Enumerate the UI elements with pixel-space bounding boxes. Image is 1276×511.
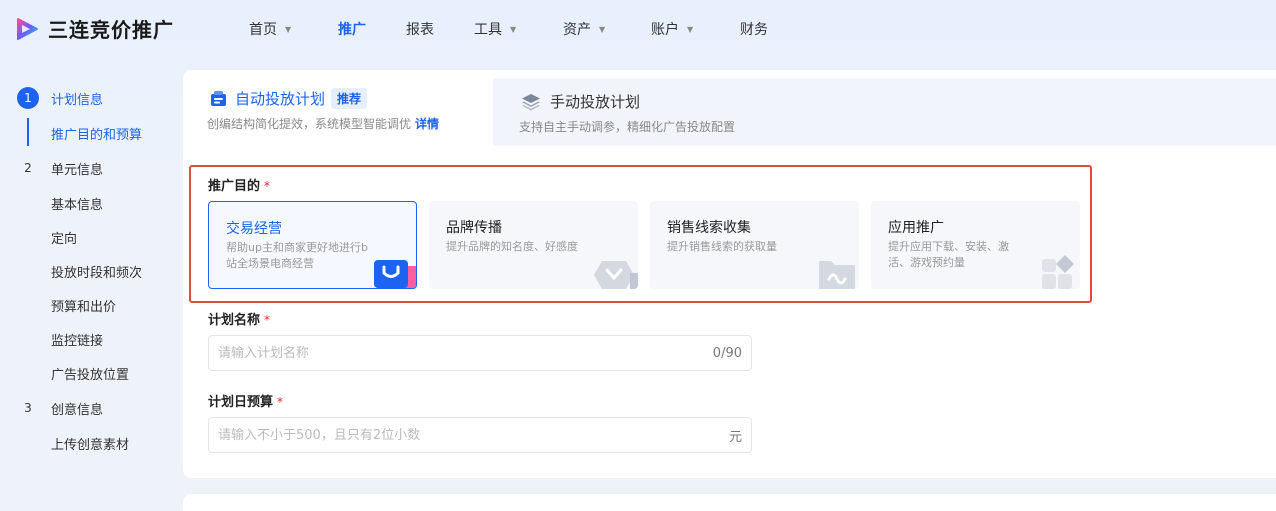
nav-reports-label: 报表 — [406, 22, 434, 38]
caret-down-icon: ▼ — [687, 24, 694, 34]
plan-name-input[interactable] — [218, 345, 658, 361]
caret-down-icon: ▼ — [285, 24, 292, 34]
step-sub-item[interactable]: 广告投放位置 — [51, 364, 129, 383]
diamond-icon — [594, 261, 638, 289]
step-2[interactable]: 2 单元信息 — [0, 157, 103, 179]
step-label: 计划信息 — [51, 92, 104, 108]
required-mark: * — [264, 313, 271, 327]
purpose-label-text: 推广目的 — [208, 179, 261, 194]
nav-finance[interactable]: 财务 — [740, 18, 768, 40]
nav-home-label: 首页 — [249, 22, 277, 38]
card-title: 应用推广 — [888, 220, 944, 236]
card-desc: 提升销售线索的获取量 — [667, 240, 777, 253]
nav-promote-label: 推广 — [338, 22, 366, 38]
step-sub-item[interactable]: 定向 — [51, 228, 77, 247]
tab-auto-desc: 创编结构简化提效，系统模型智能调优 详情 — [207, 115, 439, 132]
tab-auto-title: 自动投放计划 推荐 — [209, 88, 368, 109]
recommend-badge: 推荐 — [331, 88, 368, 109]
plan-name-label: 计划名称 * — [208, 309, 270, 328]
required-mark: * — [264, 179, 271, 193]
next-section-panel — [183, 494, 1276, 511]
auto-plan-icon — [211, 91, 226, 106]
caret-down-icon: ▼ — [510, 24, 517, 34]
step-sub-item[interactable]: 基本信息 — [51, 194, 103, 213]
nav-assets[interactable]: 资产 ▼ — [563, 18, 651, 40]
card-title: 交易经营 — [226, 221, 282, 237]
step-1[interactable]: 1 计划信息 — [0, 87, 103, 109]
plan-name-field[interactable]: 0/90 — [208, 335, 752, 371]
step-label: 创意信息 — [51, 402, 104, 418]
step-sub-item[interactable]: 预算和出价 — [51, 296, 116, 315]
nav-assets-label: 资产 — [563, 22, 591, 38]
folder-icon — [819, 261, 855, 289]
daily-budget-label-text: 计划日预算 — [208, 395, 274, 410]
card-desc: 提升品牌的知名度、好感度 — [446, 240, 578, 253]
daily-budget-label: 计划日预算 * — [208, 391, 283, 410]
card-desc: 提升应用下载、安装、激活、游戏预约量 — [888, 240, 1009, 269]
char-counter: 0/90 — [712, 345, 742, 361]
nav-account[interactable]: 账户 ▼ — [651, 18, 740, 40]
app-title: 三连竞价推广 — [48, 18, 174, 42]
purpose-card-trade[interactable]: 交易经营 帮助up主和商家更好地进行b站全场景电商经营 — [208, 201, 417, 289]
caret-down-icon: ▼ — [599, 24, 606, 34]
tab-manual-label: 手动投放计划 — [550, 93, 641, 111]
card-desc: 帮助up主和商家更好地进行b站全场景电商经营 — [226, 241, 368, 270]
daily-budget-field[interactable]: 元 — [208, 417, 752, 453]
nav-tools[interactable]: 工具 ▼ — [474, 18, 563, 40]
nav-reports[interactable]: 报表 — [406, 18, 474, 40]
shopping-bag-icon — [374, 260, 416, 288]
top-navbar: 三连竞价推广 首页 ▼ 推广 报表 工具 ▼ 资产 ▼ 账户 ▼ 财务 — [0, 0, 1276, 56]
card-title: 销售线索收集 — [667, 220, 751, 236]
nav-account-label: 账户 — [651, 22, 679, 38]
app-logo[interactable]: 三连竞价推广 — [14, 14, 174, 43]
layers-icon — [522, 93, 540, 110]
step-sub-item[interactable]: 监控链接 — [51, 330, 103, 349]
step-label: 单元信息 — [51, 162, 104, 178]
card-title: 品牌传播 — [446, 220, 502, 236]
tab-auto-desc-text: 创编结构简化提效，系统模型智能调优 — [207, 117, 412, 131]
tab-manual-desc: 支持自主手动调参，精细化广告投放配置 — [519, 120, 736, 134]
logo-play-icon — [17, 17, 38, 40]
details-link[interactable]: 详情 — [415, 117, 439, 131]
step-3[interactable]: 3 创意信息 — [0, 397, 103, 419]
purpose-card-app[interactable]: 应用推广 提升应用下载、安装、激活、游戏预约量 — [871, 201, 1080, 289]
purpose-label: 推广目的 * — [208, 175, 270, 194]
step-number: 1 — [17, 87, 39, 109]
plan-name-label-text: 计划名称 — [208, 313, 261, 328]
step-number: 2 — [24, 161, 32, 175]
required-mark: * — [277, 395, 284, 409]
daily-budget-input[interactable] — [218, 427, 658, 443]
purpose-card-leads[interactable]: 销售线索收集 提升销售线索的获取量 — [650, 201, 859, 289]
nav-tools-label: 工具 — [474, 22, 502, 38]
step-sub-item[interactable]: 投放时段和频次 — [51, 262, 142, 281]
tab-manual[interactable] — [490, 78, 1276, 146]
tab-auto-label: 自动投放计划 — [235, 90, 326, 108]
step-number: 3 — [24, 401, 32, 415]
purpose-card-brand[interactable]: 品牌传播 提升品牌的知名度、好感度 — [429, 201, 638, 289]
step-sub-item[interactable]: 上传创意素材 — [51, 434, 129, 453]
main-nav: 首页 ▼ 推广 报表 工具 ▼ 资产 ▼ 账户 ▼ 财务 — [249, 18, 768, 40]
apps-grid-icon — [1042, 255, 1074, 289]
nav-home[interactable]: 首页 ▼ — [249, 18, 338, 40]
currency-unit: 元 — [728, 429, 742, 445]
nav-finance-label: 财务 — [740, 22, 768, 38]
step-sub-item[interactable]: 推广目的和预算 — [51, 124, 142, 143]
tab-manual-title: 手动投放计划 — [521, 91, 640, 112]
active-indicator — [27, 118, 29, 146]
